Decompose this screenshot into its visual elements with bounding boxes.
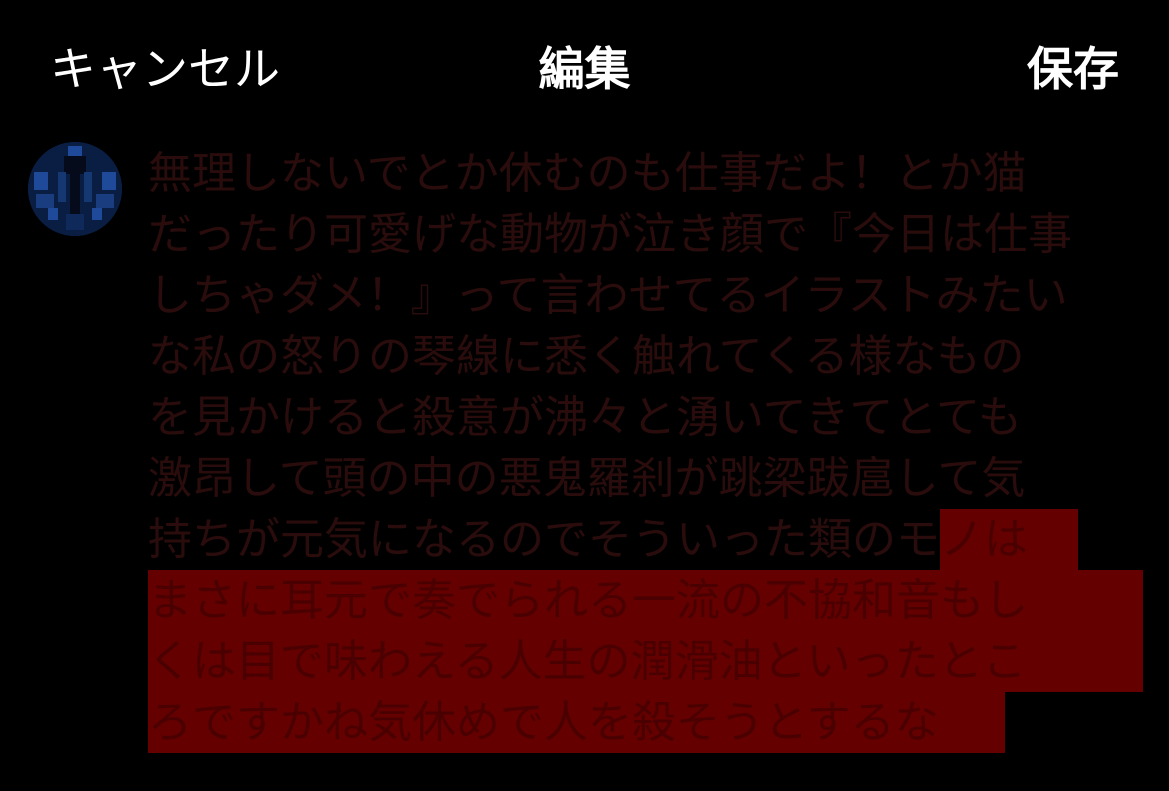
selected-text: ろですかね気休めで人を殺そうとするな: [148, 692, 1005, 753]
text-line: ろですかね気休めで人を殺そうとするな: [148, 692, 1143, 753]
text-segment: 持ちが元気になるのでそういった類のモ: [148, 514, 940, 565]
text-line: しちゃダメ！』って言わせてるイラストみたい: [148, 270, 1068, 321]
selected-text: ノは: [940, 509, 1078, 570]
text-line: 持ちが元気になるのでそういった類のモノは: [148, 509, 1143, 570]
navigation-bar: キャンセル 編集 保存: [0, 0, 1169, 125]
page-title-text: 編集: [538, 42, 631, 96]
text-line: な私の怒りの琴線に悉く触れてくる様なもの: [148, 331, 1025, 382]
page-title: 編集: [0, 33, 1169, 99]
text-line: 激昂して頭の中の悪鬼羅刹が跳梁跋扈して気: [148, 453, 1026, 504]
avatar-icon: [28, 142, 122, 236]
text-line: 無理しないでとか休むのも仕事だよ！とか猫: [148, 148, 1027, 199]
post-editor[interactable]: 無理しないでとか休むのも仕事だよ！とか猫 だったり可愛げな動物が泣き顔で『今日は…: [148, 143, 1143, 753]
avatar[interactable]: [28, 142, 122, 236]
save-button[interactable]: 保存: [1027, 33, 1119, 99]
text-line: を見かけると殺意が沸々と湧いてきてとても: [148, 392, 1022, 443]
text-line: だったり可愛げな動物が泣き顔で『今日は仕事: [148, 209, 1072, 260]
selected-text-line: くは目で味わえる人生の潤滑油といったとこ: [148, 631, 1143, 692]
selected-text-line: まさに耳元で奏でられる一流の不協和音もし: [148, 570, 1143, 631]
